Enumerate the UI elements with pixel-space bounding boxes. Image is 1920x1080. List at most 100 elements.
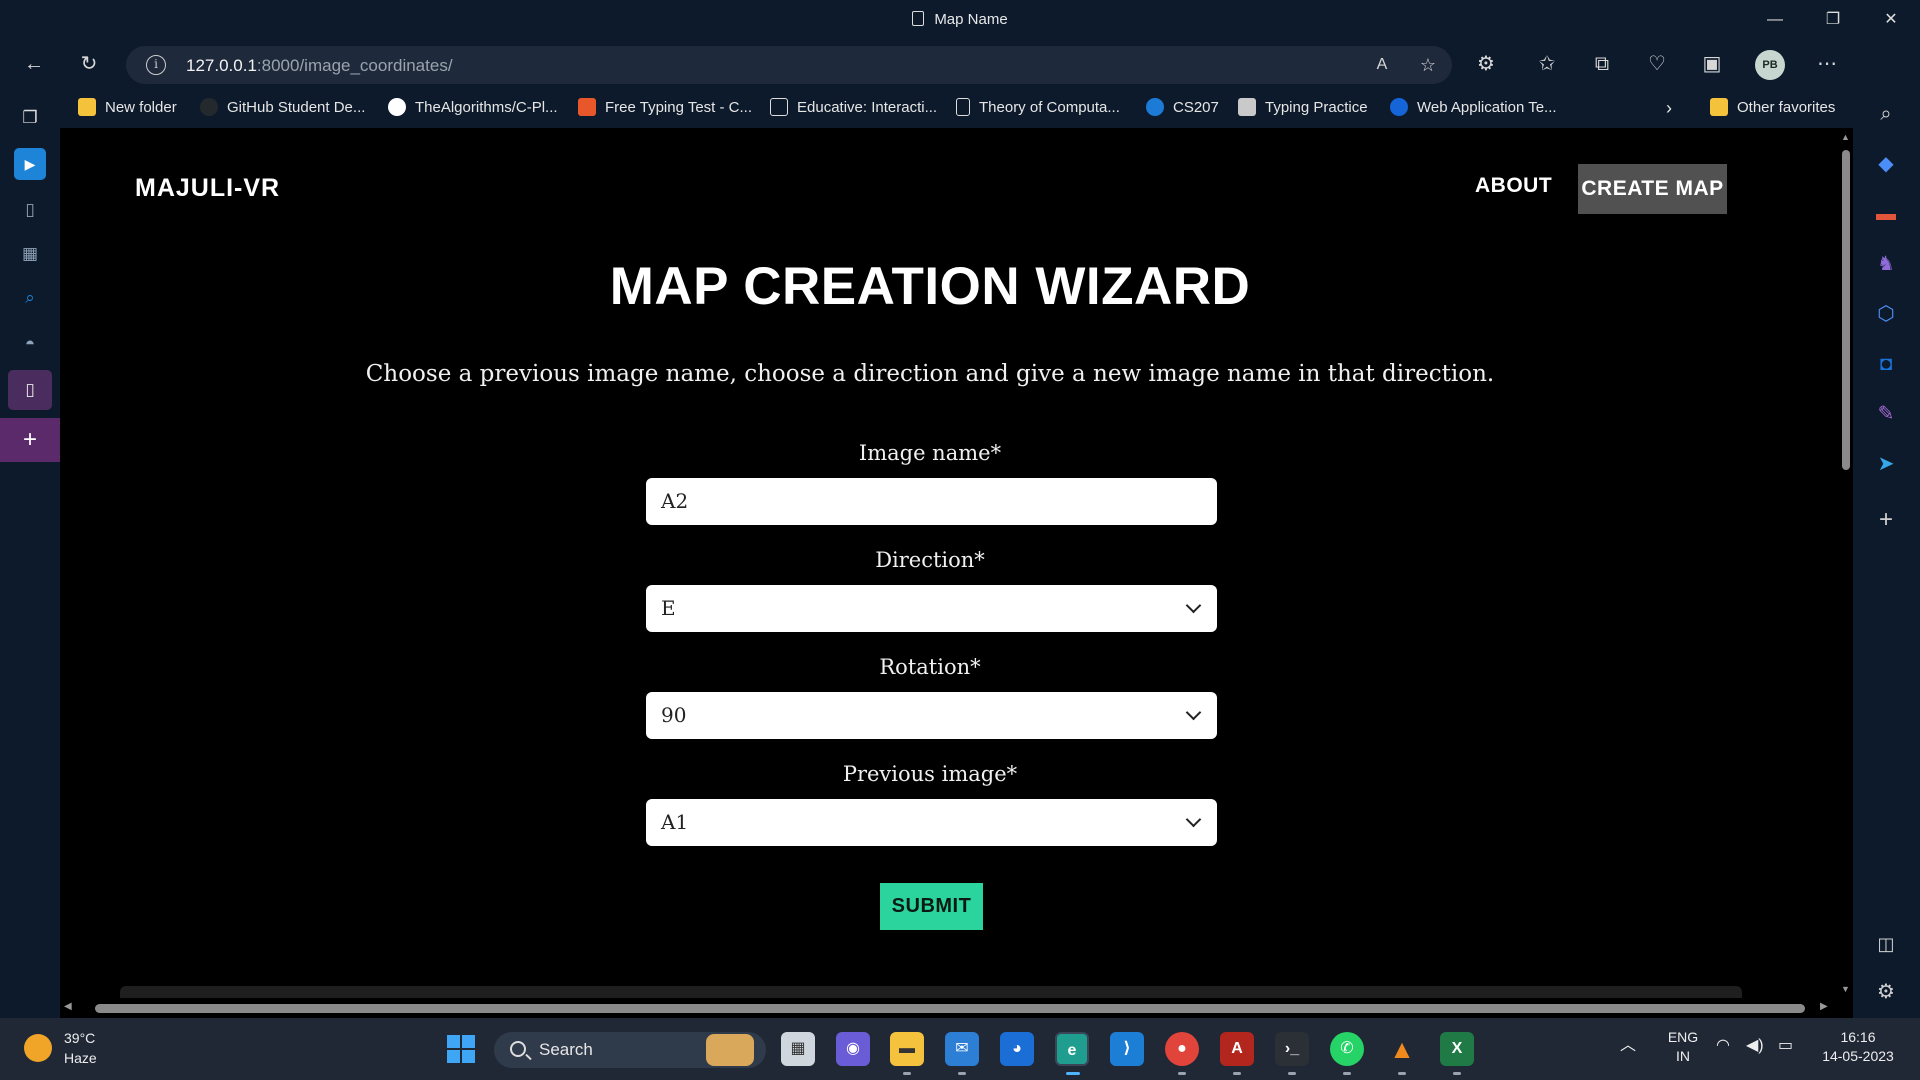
rotation-select[interactable]: 90 (646, 692, 1217, 739)
site-brand[interactable]: MAJULI-VR (135, 174, 280, 203)
sidebar-settings-icon[interactable]: ⚙ (1872, 978, 1900, 1006)
edge-browser-icon[interactable]: e (1055, 1032, 1089, 1066)
browser-toolbar: ← ↻ i 127.0.0.1:8000/image_coordinates/ … (0, 40, 1920, 88)
designer-icon[interactable]: ✎ (1872, 400, 1900, 428)
restore-button[interactable]: ❐ (1810, 6, 1856, 34)
image-name-label: Image name* (858, 441, 1002, 465)
running-indicator (1343, 1072, 1351, 1075)
collections-icon[interactable]: ⧉ (1586, 48, 1618, 80)
browser-essentials-icon[interactable]: ♡ (1641, 48, 1673, 80)
tab-game[interactable]: ◓ (14, 328, 46, 360)
back-icon[interactable]: ← (18, 48, 50, 80)
battery-icon[interactable]: ▭ (1778, 1036, 1793, 1055)
github-icon (388, 98, 406, 116)
tab-actions-icon[interactable]: ❐ (14, 102, 46, 134)
horizontal-scrollbar[interactable]: ◀ ▶ (60, 998, 1838, 1018)
nav-create-map-link[interactable]: CREATE MAP (1578, 164, 1727, 214)
url-text[interactable]: 127.0.0.1:8000/image_coordinates/ (186, 56, 453, 76)
page-section-edge (120, 986, 1742, 998)
typing-practice-icon (1238, 98, 1256, 116)
scroll-left-arrow[interactable]: ◀ (64, 1001, 72, 1012)
favorite-typing-test[interactable]: Free Typing Test - C... (578, 96, 752, 120)
vlc-icon[interactable]: ▲ (1385, 1032, 1419, 1066)
clock[interactable]: 16:16 14-05-2023 (1816, 1028, 1900, 1066)
scroll-up-arrow[interactable]: ▲ (1841, 132, 1850, 142)
file-explorer-icon[interactable]: ▬ (890, 1032, 924, 1066)
favorite-typing-practice[interactable]: Typing Practice (1238, 96, 1368, 120)
nav-about-link[interactable]: ABOUT (1475, 174, 1552, 198)
acrobat-icon[interactable]: A (1220, 1032, 1254, 1066)
chevron-down-icon (1185, 811, 1202, 828)
horizontal-scroll-thumb[interactable] (95, 1004, 1805, 1013)
chrome-icon[interactable]: ● (1165, 1032, 1199, 1066)
terminal-icon[interactable]: ›_ (1275, 1032, 1309, 1066)
tab-document[interactable]: ▯ (14, 194, 46, 226)
favorite-new-folder[interactable]: New folder (78, 96, 177, 120)
show-hidden-icons-chevron[interactable]: ︿ (1620, 1036, 1636, 1055)
web-app-icon (1390, 98, 1408, 116)
task-view-icon[interactable]: ▦ (781, 1032, 815, 1066)
minimize-button[interactable]: — (1752, 6, 1798, 34)
teams-chat-icon[interactable]: ◉ (836, 1032, 870, 1066)
games-icon[interactable]: ♞ (1872, 250, 1900, 278)
scroll-down-arrow[interactable]: ▼ (1841, 984, 1850, 994)
tools-icon[interactable]: ▬ (1872, 200, 1900, 228)
running-indicator (1178, 1072, 1186, 1075)
favorite-cs207[interactable]: CS207 (1146, 96, 1219, 120)
profile-avatar[interactable]: PB (1755, 50, 1785, 80)
drop-icon[interactable]: ➤ (1872, 450, 1900, 478)
search-highlight-icon (706, 1034, 754, 1066)
favorite-educative[interactable]: Educative: Interacti... (770, 96, 937, 120)
tab-video[interactable]: ▶ (14, 148, 46, 180)
tab-active-document[interactable]: ▯ (8, 370, 52, 410)
close-window-button[interactable]: ✕ (1868, 6, 1914, 34)
vertical-scrollbar[interactable]: ▲ ▼ (1838, 128, 1853, 998)
vertical-tab-strip: ❐ ▶ ▯ ▦ ⌕ ◓ ▯ + (0, 88, 60, 1018)
address-bar[interactable]: i 127.0.0.1:8000/image_coordinates/ A ☆ (126, 46, 1452, 84)
sharepoint-icon (1146, 98, 1164, 116)
typing-test-icon (578, 98, 596, 116)
web-page: MAJULI-VR ABOUT CREATE MAP MAP CREATION … (60, 128, 1853, 1018)
favorite-other-favorites[interactable]: Other favorites (1710, 96, 1835, 120)
site-info-icon[interactable]: i (146, 55, 166, 75)
taskbar-search-box[interactable]: Search (494, 1032, 766, 1068)
scroll-right-arrow[interactable]: ▶ (1820, 1001, 1828, 1012)
new-tab-button[interactable]: + (0, 418, 60, 462)
tab-search[interactable]: ⌕ (14, 282, 46, 314)
add-sidebar-app-icon[interactable]: + (1872, 506, 1900, 534)
wifi-icon[interactable]: ◠ (1716, 1036, 1730, 1055)
direction-select[interactable]: E (646, 585, 1217, 632)
image-name-input[interactable]: A2 (646, 478, 1217, 525)
vscode-icon[interactable]: ⟩ (1110, 1032, 1144, 1066)
refresh-icon[interactable]: ↻ (73, 48, 105, 80)
shopping-tag-icon[interactable]: ◆ (1872, 150, 1900, 178)
volume-icon[interactable]: ◀) (1746, 1036, 1764, 1055)
vertical-scroll-thumb[interactable] (1842, 150, 1850, 470)
windows-start-icon[interactable] (444, 1032, 478, 1066)
favorite-web-application[interactable]: Web Application Te... (1390, 96, 1557, 120)
submit-button[interactable]: SUBMIT (880, 883, 983, 930)
whatsapp-icon[interactable]: ✆ (1330, 1032, 1364, 1066)
outlook-icon[interactable]: ◘ (1872, 350, 1900, 378)
excel-icon[interactable]: X (1440, 1032, 1474, 1066)
previous-image-select[interactable]: A1 (646, 799, 1217, 846)
more-menu-icon[interactable]: ⋯ (1811, 48, 1843, 80)
mail-icon[interactable]: ✉ (945, 1032, 979, 1066)
favorite-github-student[interactable]: GitHub Student De... (200, 96, 365, 120)
add-favorite-icon[interactable]: ☆ (1412, 49, 1444, 81)
favorite-thealgorithms[interactable]: TheAlgorithms/C-Pl... (388, 96, 558, 120)
read-aloud-icon[interactable]: A (1366, 49, 1398, 81)
running-indicator (1233, 1072, 1241, 1075)
github-icon (200, 98, 218, 116)
favorite-theory-of-computation[interactable]: Theory of Computa... (956, 96, 1120, 120)
favorites-icon[interactable]: ✩ (1531, 48, 1563, 80)
language-indicator[interactable]: ENG IN (1665, 1028, 1701, 1066)
favorites-overflow-chevron[interactable]: › (1666, 96, 1672, 120)
search-icon[interactable]: ⌕ (1872, 100, 1900, 128)
math-solver-icon[interactable]: ▣ (1696, 48, 1728, 80)
tab-calendar[interactable]: ▦ (14, 238, 46, 270)
microsoft365-icon[interactable]: ⬡ (1872, 300, 1900, 328)
extensions-icon[interactable]: ⚙ (1470, 48, 1502, 80)
hide-sidebar-icon[interactable]: ◫ (1872, 930, 1900, 958)
firefox-icon[interactable]: ◕ (1000, 1032, 1034, 1066)
